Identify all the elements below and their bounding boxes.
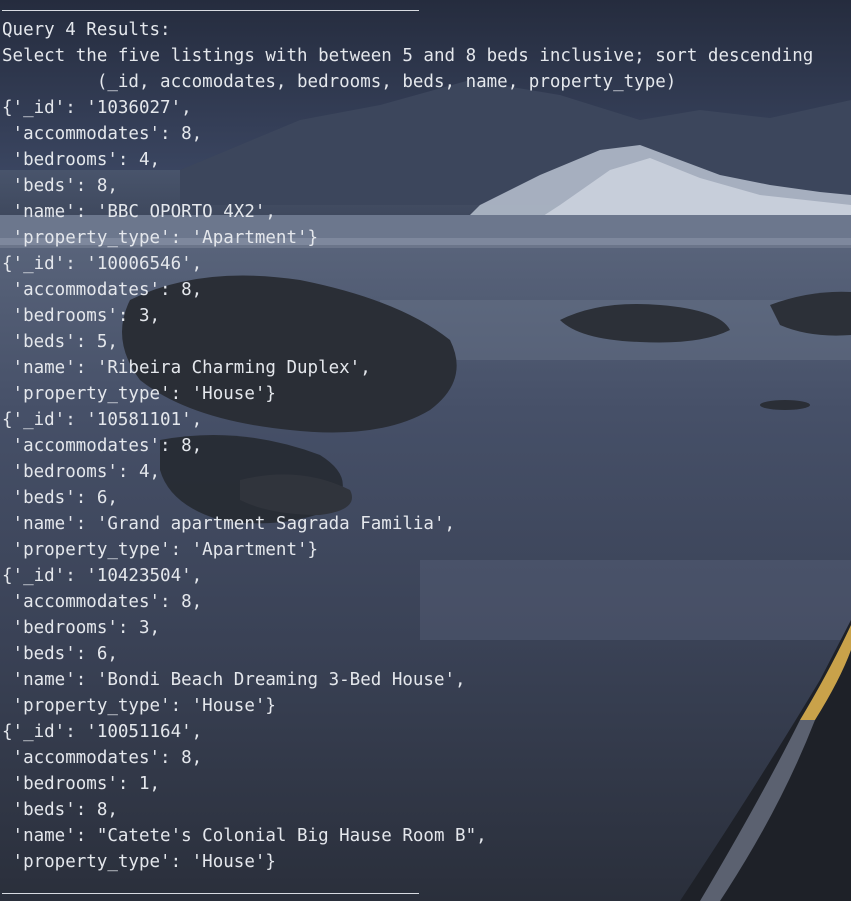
record-accommodates: 'accommodates': 8, [2, 436, 203, 456]
record-id: {'_id': '10423504', [2, 566, 203, 586]
terminal-output[interactable]: Query 4 Results: Select the five listings… [2, 17, 813, 875]
record-property-type: 'property_type': 'House'} [2, 852, 276, 872]
record-property-type: 'property_type': 'Apartment'} [2, 540, 319, 560]
record-id: {'_id': '10051164', [2, 722, 203, 742]
record-bedrooms: 'bedrooms': 3, [2, 618, 161, 638]
record-name: 'name': 'Grand apartment Sagrada Familia… [2, 514, 456, 534]
record-property-type: 'property_type': 'Apartment'} [2, 228, 319, 248]
record-beds: 'beds': 8, [2, 176, 118, 196]
record-beds: 'beds': 8, [2, 800, 118, 820]
query-header: Query 4 Results: [2, 20, 171, 40]
record-bedrooms: 'bedrooms': 4, [2, 462, 161, 482]
record-bedrooms: 'bedrooms': 4, [2, 150, 161, 170]
record-name: 'name': 'BBC OPORTO 4X2', [2, 202, 276, 222]
record-accommodates: 'accommodates': 8, [2, 748, 203, 768]
record-name: 'name': 'Ribeira Charming Duplex', [2, 358, 371, 378]
record-accommodates: 'accommodates': 8, [2, 280, 203, 300]
record-bedrooms: 'bedrooms': 3, [2, 306, 161, 326]
record-id: {'_id': '10006546', [2, 254, 203, 274]
record-accommodates: 'accommodates': 8, [2, 592, 203, 612]
record-bedrooms: 'bedrooms': 1, [2, 774, 161, 794]
query-description: Select the five listings with between 5 … [2, 46, 814, 66]
record-id: {'_id': '1036027', [2, 98, 192, 118]
record-beds: 'beds': 6, [2, 644, 118, 664]
record-beds: 'beds': 5, [2, 332, 118, 352]
record-name: 'name': 'Bondi Beach Dreaming 3-Bed Hous… [2, 670, 466, 690]
record-beds: 'beds': 6, [2, 488, 118, 508]
record-property-type: 'property_type': 'House'} [2, 384, 276, 404]
terminal-window[interactable]: Query 4 Results: Select the five listings… [0, 0, 851, 901]
record-accommodates: 'accommodates': 8, [2, 124, 203, 144]
record-property-type: 'property_type': 'House'} [2, 696, 276, 716]
record-name: 'name': "Catete's Colonial Big Hause Roo… [2, 826, 487, 846]
bottom-separator [2, 893, 419, 894]
top-separator [2, 10, 419, 11]
record-id: {'_id': '10581101', [2, 410, 203, 430]
query-fields: (_id, accomodates, bedrooms, beds, name,… [2, 72, 677, 92]
